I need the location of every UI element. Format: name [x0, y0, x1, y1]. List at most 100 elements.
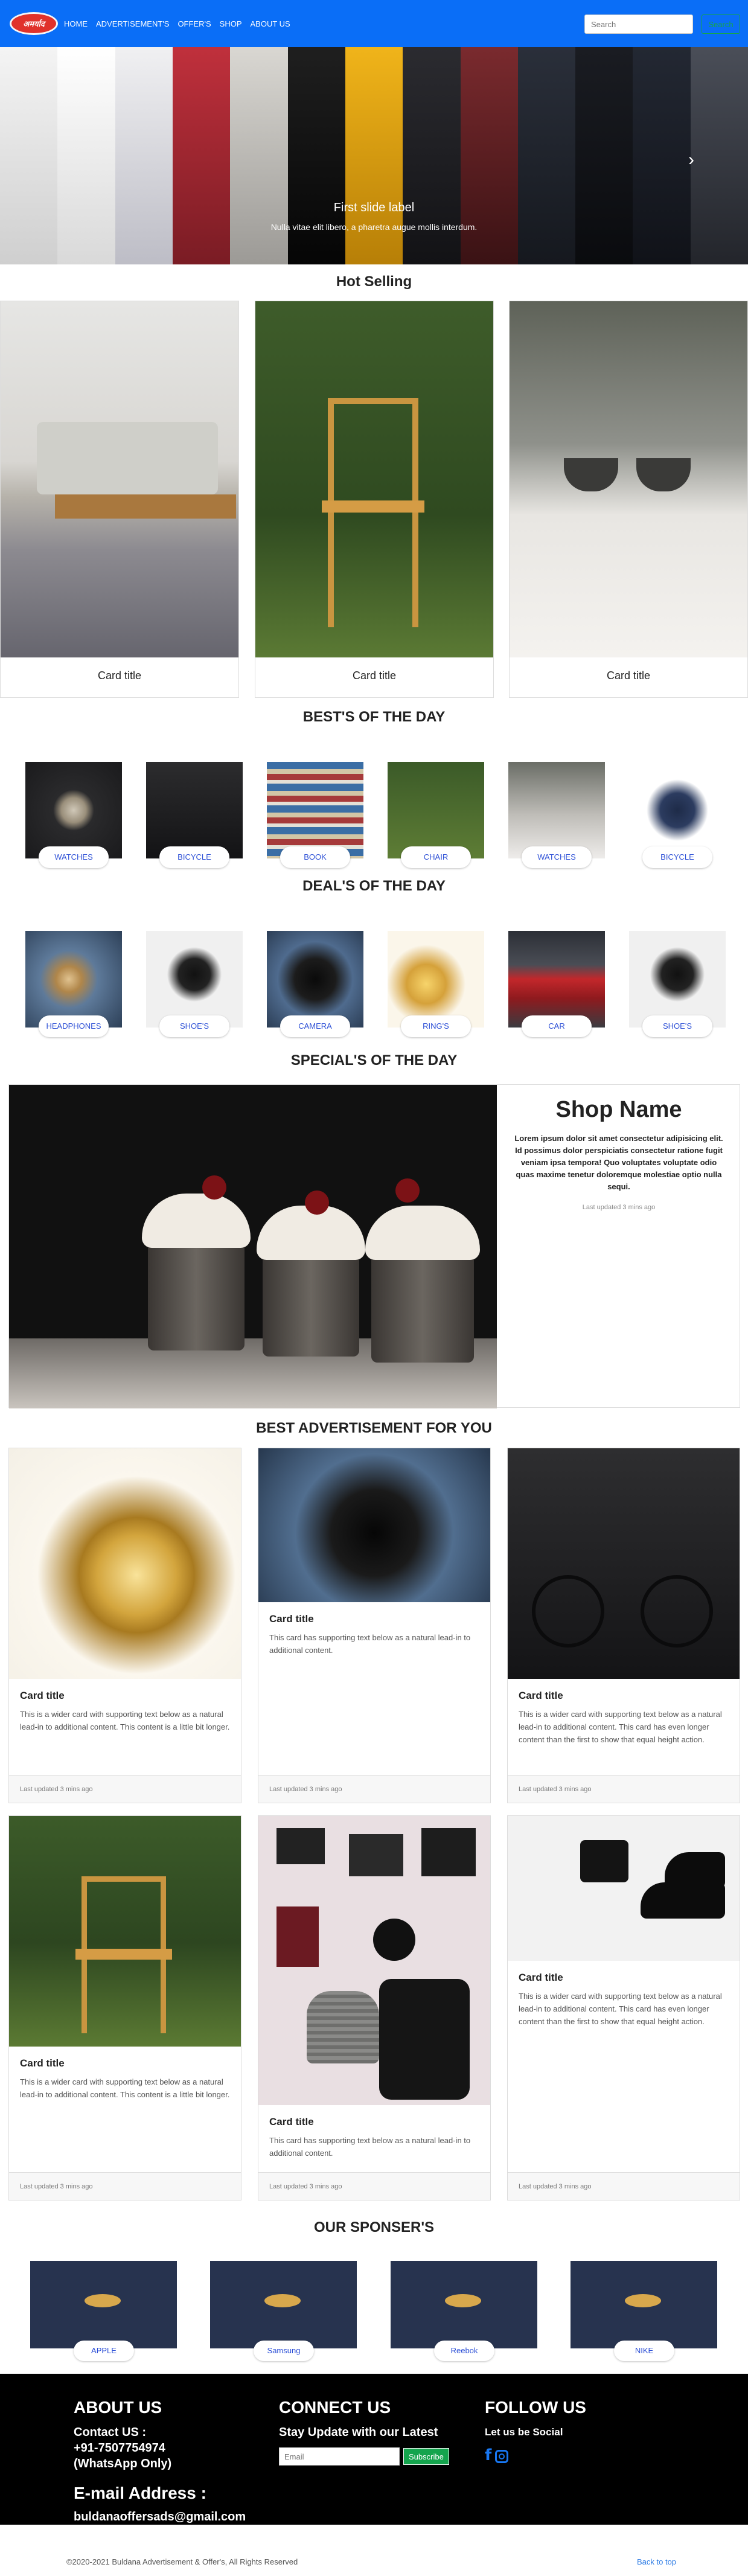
sponser-image — [571, 2261, 717, 2348]
travel-items-image — [258, 1816, 490, 2105]
cupcakes-image — [9, 1085, 497, 1408]
ad-card-text: This is a wider card with supporting tex… — [20, 2077, 230, 2099]
nav-link-offers[interactable]: OFFER'S — [177, 19, 211, 28]
shop-name: Shop Name — [555, 1097, 682, 1122]
brand-logo[interactable]: अमर्याद — [10, 12, 58, 35]
category-item[interactable]: BOOK — [267, 762, 363, 868]
sponser-item[interactable]: Samsung — [210, 2261, 357, 2361]
nav-link-home[interactable]: HOME — [64, 19, 88, 28]
ad-card[interactable]: Card title This is a wider card with supp… — [8, 1815, 241, 2200]
category-item[interactable]: RING'S — [388, 931, 484, 1037]
category-label[interactable]: CHAIR — [401, 846, 471, 868]
category-label[interactable]: SHOE'S — [159, 1015, 229, 1037]
hot-selling-card[interactable]: Card title — [509, 301, 748, 698]
category-label[interactable]: CAMERA — [280, 1015, 350, 1037]
hot-selling-card[interactable]: Card title — [0, 301, 239, 698]
footer-contact-label: Contact US : — [74, 2426, 146, 2439]
footer-about: ABOUT US Contact US : +91-7507754974 (Wh… — [74, 2398, 246, 2525]
ad-card-footer: Last updated 3 mins ago — [508, 2172, 740, 2200]
subscribe-button[interactable]: Subscribe — [403, 2448, 449, 2465]
category-label[interactable]: WATCHES — [522, 846, 592, 868]
category-item[interactable]: SHOE'S — [629, 931, 726, 1037]
shoes-image — [629, 931, 726, 1028]
car-image — [508, 931, 605, 1028]
ad-card-footer: Last updated 3 mins ago — [9, 2172, 241, 2200]
carousel-caption-text: Nulla vitae elit libero, a pharetra augu… — [270, 222, 478, 232]
search-button[interactable]: Search — [702, 14, 740, 34]
deals-title: DEAL'S OF THE DAY — [302, 878, 446, 894]
category-item[interactable]: CAMERA — [267, 931, 363, 1037]
sponser-item[interactable]: APPLE — [30, 2261, 177, 2361]
category-item[interactable]: HEADPHONES — [25, 931, 122, 1037]
ad-card[interactable]: Card title This is a wider card with supp… — [507, 1815, 740, 2200]
category-item[interactable]: BICYCLE — [146, 762, 243, 868]
category-label[interactable]: CAR — [522, 1015, 592, 1037]
sunglasses-image — [508, 762, 605, 858]
shoes-image — [508, 1816, 740, 1961]
chevron-right-icon[interactable]: › — [688, 150, 694, 170]
ad-card[interactable]: Card title This is a wider card with supp… — [507, 1448, 740, 1803]
camera-image — [267, 931, 363, 1028]
nav-link-about-us[interactable]: ABOUT US — [251, 19, 290, 28]
headphones-image — [25, 931, 122, 1028]
carousel-caption-title: First slide label — [333, 201, 415, 214]
bicycle-image — [146, 762, 243, 858]
category-item[interactable]: SHOE'S — [146, 931, 243, 1037]
footer-phone: +91-7507754974 — [74, 2441, 165, 2455]
hot-selling-title: Hot Selling — [336, 273, 412, 290]
ad-card[interactable]: Card title This card has supporting text … — [258, 1815, 491, 2200]
category-label[interactable]: RING'S — [401, 1015, 471, 1037]
ad-card[interactable]: Card title This card has supporting text … — [258, 1448, 491, 1803]
brand-logo-text: अमर्याद — [23, 20, 45, 29]
sponser-item[interactable]: Reebok — [391, 2261, 537, 2361]
category-item[interactable]: BICYCLE — [629, 762, 726, 868]
ads-title: BEST ADVERTISEMENT FOR YOU — [256, 1420, 492, 1436]
sponser-image — [30, 2261, 177, 2348]
newsletter-email-input[interactable] — [279, 2447, 400, 2466]
category-label[interactable]: SHOE'S — [642, 1015, 712, 1037]
ad-card-title: Card title — [519, 1690, 563, 1701]
ad-card-title: Card title — [269, 1613, 314, 1625]
category-label[interactable]: BICYCLE — [159, 846, 229, 868]
ad-card-footer: Last updated 3 mins ago — [258, 2172, 490, 2200]
nav-link-shop[interactable]: SHOP — [220, 19, 242, 28]
card-title: Card title — [606, 670, 651, 682]
bests-title: BEST'S OF THE DAY — [302, 709, 446, 725]
ad-card-text: This card has supporting text below as a… — [269, 2136, 471, 2158]
sponser-image — [391, 2261, 537, 2348]
footer-follow-subtitle: Let us be Social — [485, 2426, 563, 2438]
chair-image — [388, 762, 484, 858]
category-item[interactable]: CAR — [508, 931, 605, 1037]
ad-card-title: Card title — [519, 1972, 563, 1983]
category-item[interactable]: CHAIR — [388, 762, 484, 868]
special-card[interactable]: Shop Name Lorem ipsum dolor sit amet con… — [8, 1084, 740, 1408]
back-to-top-link[interactable]: Back to top — [637, 2557, 676, 2566]
hero-image — [0, 47, 748, 264]
category-label[interactable]: HEADPHONES — [39, 1015, 109, 1037]
ad-card-footer: Last updated 3 mins ago — [258, 1775, 490, 1803]
facebook-icon[interactable]: f — [485, 2446, 491, 2464]
instagram-icon[interactable] — [495, 2450, 509, 2463]
site-footer: ABOUT US Contact US : +91-7507754974 (Wh… — [0, 2374, 748, 2525]
sponser-label[interactable]: APPLE — [74, 2341, 134, 2361]
sponser-label[interactable]: Reebok — [434, 2341, 494, 2361]
sponser-label[interactable]: Samsung — [254, 2341, 314, 2361]
sponser-item[interactable]: NIKE — [571, 2261, 717, 2361]
footer-follow: FOLLOW US Let us be Social f — [485, 2398, 586, 2464]
ad-card-title: Card title — [20, 2057, 65, 2069]
category-label[interactable]: WATCHES — [39, 846, 109, 868]
nav-link-advertisements[interactable]: ADVERTISEMENT'S — [96, 19, 169, 28]
category-item[interactable]: WATCHES — [508, 762, 605, 868]
category-label[interactable]: BICYCLE — [642, 846, 712, 868]
ad-card-title: Card title — [269, 2116, 314, 2127]
nav-links: HOME ADVERTISEMENT'S OFFER'S SHOP ABOUT … — [64, 19, 290, 28]
category-label[interactable]: BOOK — [280, 846, 350, 868]
ad-card-text: This is a wider card with supporting tex… — [20, 1710, 230, 1731]
sponser-label[interactable]: NIKE — [614, 2341, 674, 2361]
hot-selling-card[interactable]: Card title — [255, 301, 494, 698]
ad-card[interactable]: Card title This is a wider card with supp… — [8, 1448, 241, 1803]
sunglasses-image — [510, 301, 747, 657]
ad-card-title: Card title — [20, 1690, 65, 1701]
search-input[interactable] — [584, 14, 693, 34]
category-item[interactable]: WATCHES — [25, 762, 122, 868]
